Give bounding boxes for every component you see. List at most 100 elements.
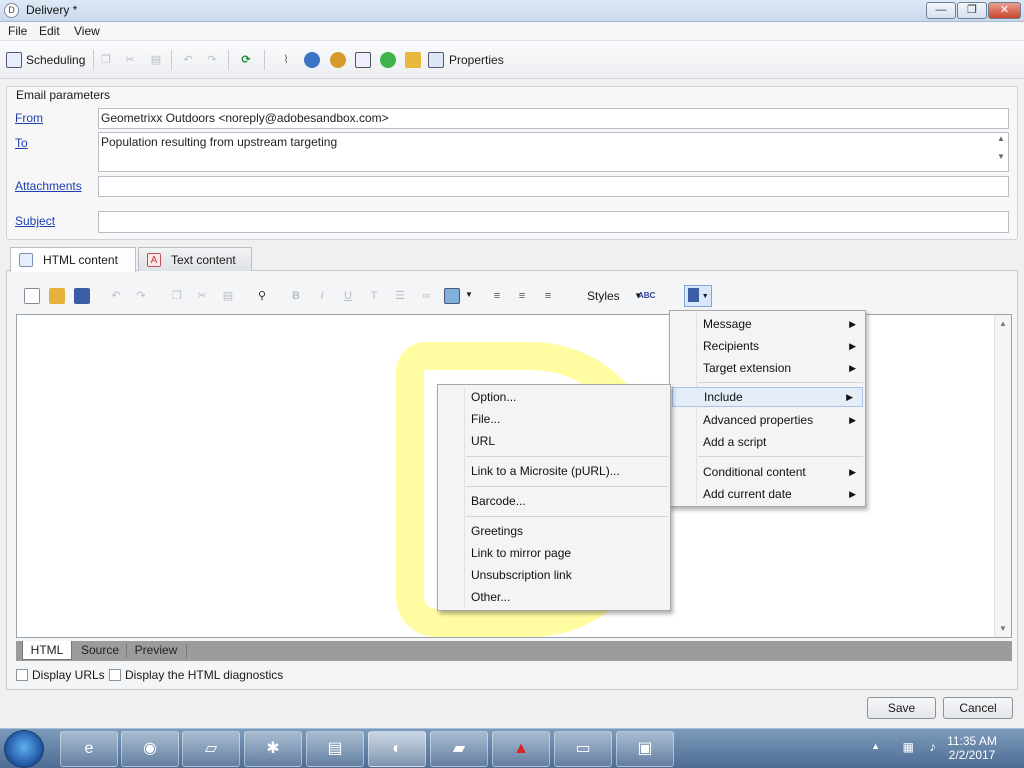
envelope-icon[interactable]	[405, 52, 421, 68]
undo-icon[interactable]: ↶	[180, 52, 196, 68]
menu-item-recipients[interactable]: Recipients ▶	[670, 336, 865, 356]
scheduling-button[interactable]: Scheduling	[6, 51, 85, 69]
file-explorer-icon[interactable]: ▭	[554, 731, 612, 767]
tab-text-content[interactable]: A Text content	[138, 247, 252, 271]
documents-icon[interactable]: ▤	[306, 731, 364, 767]
tab-source[interactable]: Source	[76, 641, 124, 660]
html-diagnostics-checkbox[interactable]: Display the HTML diagnostics	[109, 668, 283, 682]
tab-preview[interactable]: Preview	[130, 641, 182, 660]
submenu-item-other[interactable]: Other...	[438, 587, 670, 607]
refresh-icon[interactable]: ⟳	[238, 52, 254, 68]
find-icon[interactable]: ⚲	[254, 288, 270, 304]
attachments-label[interactable]: Attachments	[15, 179, 82, 193]
submenu-item-url[interactable]: URL	[438, 431, 670, 451]
clear-format-icon[interactable]: T	[366, 288, 382, 304]
image-icon[interactable]	[444, 288, 460, 304]
underline-icon[interactable]: U	[340, 288, 356, 304]
save-button[interactable]: Save	[867, 697, 936, 719]
styles-dropdown[interactable]: Styles ▼	[583, 286, 645, 306]
menu-item-add-current-date[interactable]: Add current date ▶	[670, 484, 865, 504]
display-urls-checkbox[interactable]: Display URLs	[16, 668, 105, 682]
attachments-field[interactable]	[98, 176, 1009, 197]
to-field[interactable]: Population resulting from upstream targe…	[98, 132, 1009, 172]
submenu-item-option[interactable]: Option...	[438, 387, 670, 407]
copy-icon[interactable]: ❐	[169, 288, 185, 304]
tab-html-content[interactable]: HTML content	[10, 247, 136, 272]
align-left-icon[interactable]: ≡	[489, 288, 505, 304]
attachment-icon[interactable]: ⌇	[278, 52, 294, 68]
copy-icon[interactable]: ❐	[98, 52, 114, 68]
validate-icon[interactable]	[380, 52, 396, 68]
open-folder-icon[interactable]	[49, 288, 65, 304]
maximize-button[interactable]: ❐	[957, 2, 987, 19]
internet-explorer-icon[interactable]: e	[60, 731, 118, 767]
align-right-icon[interactable]: ≡	[540, 288, 556, 304]
tab-html[interactable]: HTML	[22, 641, 72, 660]
italic-icon[interactable]: I	[314, 288, 330, 304]
campaign-client-icon[interactable]: ◐	[368, 731, 426, 767]
submenu-item-microsite-link[interactable]: Link to a Microsite (pURL)...	[438, 461, 670, 481]
undo-icon[interactable]: ↶	[108, 288, 124, 304]
subject-field[interactable]	[98, 211, 1009, 233]
submenu-item-mirror-page[interactable]: Link to mirror page	[438, 543, 670, 563]
title-bar: D Delivery * — ❐ ✕	[0, 0, 1024, 22]
cut-icon[interactable]: ✂	[194, 288, 210, 304]
chrome-icon[interactable]: ◉	[121, 731, 179, 767]
minimize-button[interactable]: —	[926, 2, 956, 19]
list-icon[interactable]: ☰	[392, 288, 408, 304]
align-center-icon[interactable]: ≡	[514, 288, 530, 304]
menu-item-message[interactable]: Message ▶	[670, 314, 865, 334]
volume-icon[interactable]: ♪	[930, 739, 937, 754]
redo-icon[interactable]: ↷	[204, 52, 220, 68]
paste-icon[interactable]: ▤	[220, 288, 236, 304]
properties-button[interactable]: Properties	[428, 51, 504, 69]
close-button[interactable]: ✕	[988, 2, 1021, 19]
show-hidden-icons-icon[interactable]: ▲	[871, 741, 880, 751]
sticky-notes-icon[interactable]: ▱	[182, 731, 240, 767]
messenger-icon[interactable]: ▣	[616, 731, 674, 767]
submenu-item-unsubscription[interactable]: Unsubscription link	[438, 565, 670, 585]
preview-icon[interactable]	[355, 52, 371, 68]
submenu-item-file[interactable]: File...	[438, 409, 670, 429]
menu-edit[interactable]: Edit	[39, 24, 60, 38]
image-dropdown-icon[interactable]: ▼	[465, 290, 473, 299]
people-app-icon[interactable]: ✱	[244, 731, 302, 767]
menu-item-advanced-properties[interactable]: Advanced properties ▶	[670, 410, 865, 430]
from-label[interactable]: From	[15, 111, 43, 125]
clock[interactable]: 11:35 AM 2/2/2017	[942, 734, 1002, 762]
to-value: Population resulting from upstream targe…	[101, 135, 338, 149]
acrobat-icon[interactable]: ▲	[492, 731, 550, 767]
menu-file[interactable]: File	[8, 24, 27, 38]
menu-item-target-extension[interactable]: Target extension ▶	[670, 358, 865, 378]
submenu-item-greetings[interactable]: Greetings	[438, 521, 670, 541]
notepad-icon[interactable]: ▰	[430, 731, 488, 767]
menu-item-add-current-date-label: Add current date	[703, 487, 792, 501]
network-icon[interactable]: ▦	[903, 740, 914, 754]
save-icon[interactable]	[74, 288, 90, 304]
subject-label[interactable]: Subject	[15, 214, 55, 228]
link-icon[interactable]: ∞	[418, 288, 434, 304]
redo-icon[interactable]: ↷	[133, 288, 149, 304]
cut-icon[interactable]: ✂	[122, 52, 138, 68]
new-icon[interactable]	[24, 288, 40, 304]
start-button[interactable]	[4, 730, 44, 768]
spellcheck-icon[interactable]: ABC	[638, 288, 655, 304]
from-field[interactable]: Geometrixx Outdoors <noreply@adobesandbo…	[98, 108, 1009, 129]
paste-icon[interactable]: ▤	[148, 52, 164, 68]
menu-item-include[interactable]: Include ▶	[672, 387, 863, 407]
to-field-scrollbar[interactable]: ▲ ▼	[995, 134, 1007, 170]
cancel-button[interactable]: Cancel	[943, 697, 1013, 719]
menu-item-add-script[interactable]: Add a script	[670, 432, 865, 452]
submenu-item-barcode[interactable]: Barcode...	[438, 491, 670, 511]
editor-scrollbar[interactable]: ▲ ▼	[994, 315, 1011, 637]
bold-icon[interactable]: B	[288, 288, 304, 304]
proof-icon[interactable]	[330, 52, 346, 68]
menu-item-conditional-content[interactable]: Conditional content ▶	[670, 462, 865, 482]
personalization-button[interactable]: ▼	[684, 285, 712, 307]
checkbox-box[interactable]	[16, 669, 28, 681]
menu-view[interactable]: View	[74, 24, 100, 38]
to-label[interactable]: To	[15, 136, 28, 150]
checkbox-box[interactable]	[109, 669, 121, 681]
web-icon[interactable]	[304, 52, 320, 68]
chevron-right-icon: ▶	[849, 341, 856, 351]
